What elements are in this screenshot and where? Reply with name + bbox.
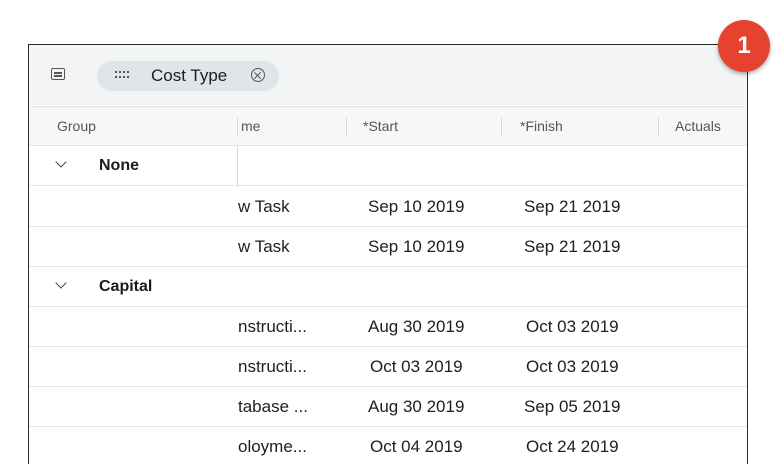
table-row[interactable]: nstructi... Aug 30 2019 Oct 03 2019 bbox=[29, 307, 747, 347]
start-date-cell: Sep 10 2019 bbox=[368, 237, 465, 256]
cost-type-group-chip[interactable]: Cost Type bbox=[97, 61, 279, 91]
table-row[interactable]: tabase ... Aug 30 2019 Sep 05 2019 bbox=[29, 387, 747, 427]
table-row[interactable]: oloyme... Oct 04 2019 Oct 24 2019 bbox=[29, 427, 747, 464]
start-date-cell: Oct 04 2019 bbox=[370, 437, 463, 456]
group-label: Capital bbox=[99, 278, 153, 295]
column-separator[interactable] bbox=[237, 118, 238, 136]
task-name-cell: nstructi... bbox=[238, 317, 307, 336]
column-separator[interactable] bbox=[501, 118, 502, 136]
finish-date-cell: Oct 24 2019 bbox=[526, 437, 619, 456]
group-by-toolbar: Cost Type bbox=[29, 45, 747, 105]
finish-date-cell: Sep 21 2019 bbox=[524, 197, 621, 216]
column-separator[interactable] bbox=[346, 118, 347, 136]
close-circle-icon[interactable] bbox=[251, 68, 265, 82]
column-header-finish[interactable]: *Finish bbox=[520, 118, 563, 134]
finish-date-cell: Oct 03 2019 bbox=[526, 357, 619, 376]
list-icon[interactable] bbox=[51, 68, 65, 80]
chevron-down-icon[interactable] bbox=[55, 156, 67, 168]
chevron-down-icon[interactable] bbox=[55, 277, 67, 289]
group-row-capital[interactable]: Capital bbox=[29, 267, 747, 307]
start-date-cell: Sep 10 2019 bbox=[368, 197, 465, 216]
grid-panel: Cost Type Group me *Start *Finish Actual… bbox=[28, 44, 748, 464]
column-header-actuals[interactable]: Actuals bbox=[675, 118, 721, 134]
finish-date-cell: Sep 05 2019 bbox=[524, 397, 621, 416]
step-number-badge: 1 bbox=[718, 20, 770, 72]
badge-number: 1 bbox=[737, 32, 751, 59]
table-row[interactable]: nstructi... Oct 03 2019 Oct 03 2019 bbox=[29, 347, 747, 387]
task-name-cell: tabase ... bbox=[238, 397, 308, 416]
column-header-start[interactable]: *Start bbox=[363, 118, 398, 134]
start-date-cell: Oct 03 2019 bbox=[370, 357, 463, 376]
column-header-row: Group me *Start *Finish Actuals bbox=[29, 106, 747, 146]
table-row[interactable]: w Task Sep 10 2019 Sep 21 2019 bbox=[29, 187, 747, 227]
column-separator[interactable] bbox=[658, 118, 659, 136]
task-name-cell: nstructi... bbox=[238, 357, 307, 376]
table-row[interactable]: w Task Sep 10 2019 Sep 21 2019 bbox=[29, 227, 747, 267]
task-name-cell: oloyme... bbox=[238, 437, 307, 456]
task-name-cell: w Task bbox=[238, 237, 290, 256]
task-name-cell: w Task bbox=[238, 197, 290, 216]
column-header-name[interactable]: me bbox=[241, 118, 260, 134]
finish-date-cell: Sep 21 2019 bbox=[524, 237, 621, 256]
finish-date-cell: Oct 03 2019 bbox=[526, 317, 619, 336]
group-label: None bbox=[99, 157, 139, 174]
start-date-cell: Aug 30 2019 bbox=[368, 317, 465, 336]
group-row-none[interactable]: None bbox=[29, 146, 747, 186]
start-date-cell: Aug 30 2019 bbox=[368, 397, 465, 416]
chip-label: Cost Type bbox=[151, 66, 228, 85]
column-header-group[interactable]: Group bbox=[57, 118, 96, 134]
grip-icon[interactable] bbox=[115, 71, 129, 81]
